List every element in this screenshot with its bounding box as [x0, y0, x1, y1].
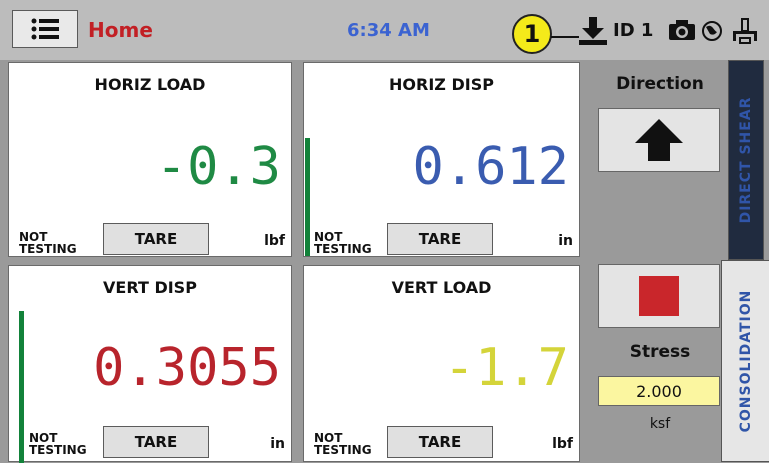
- tab-label: CONSOLIDATION: [737, 289, 754, 433]
- horiz-disp-panel: HORIZ DISP 0.612 NOT TESTING TARE in: [303, 62, 580, 257]
- horiz-load-panel: HORIZ LOAD -0.3 NOT TESTING TARE lbf: [8, 62, 292, 257]
- status-line-2: TESTING: [314, 242, 372, 256]
- stop-button[interactable]: [598, 264, 720, 328]
- panel-title: HORIZ LOAD: [94, 75, 206, 94]
- unit-label: lbf: [552, 436, 573, 452]
- callout-badge: 1: [512, 14, 552, 54]
- active-indicator-bar: [305, 138, 310, 256]
- tab-direct-shear[interactable]: DIRECT SHEAR: [728, 60, 764, 260]
- unit-label: in: [270, 436, 285, 452]
- vert-load-panel: VERT LOAD -1.7 NOT TESTING TARE lbf: [303, 265, 580, 462]
- active-indicator-bar: [19, 311, 24, 463]
- stress-unit: ksf: [649, 416, 671, 432]
- panel-value: 0.3055: [93, 338, 281, 398]
- direction-button[interactable]: [598, 108, 720, 172]
- tare-button[interactable]: TARE: [387, 223, 493, 255]
- up-arrow-icon: [635, 119, 683, 161]
- stress-label: Stress: [629, 342, 691, 362]
- device-id: ID 1: [613, 20, 654, 41]
- usb-icon[interactable]: [730, 18, 760, 44]
- consolidation-section: Stress ksf: [592, 260, 728, 462]
- panel-value: -1.7: [443, 338, 569, 398]
- callout-leader-line: [551, 36, 579, 38]
- vert-disp-panel: VERT DISP 0.3055 NOT TESTING TARE in: [8, 265, 292, 463]
- status-text: NOT TESTING: [19, 231, 77, 255]
- panel-title: VERT DISP: [103, 278, 197, 297]
- tare-button[interactable]: TARE: [387, 426, 493, 458]
- panel-title: VERT LOAD: [391, 278, 492, 297]
- stop-icon: [639, 276, 679, 316]
- menu-icon: [31, 18, 59, 40]
- status-line-2: TESTING: [314, 443, 372, 457]
- tare-button[interactable]: TARE: [103, 223, 209, 255]
- unit-label: lbf: [264, 233, 285, 249]
- status-text: NOT TESTING: [314, 432, 372, 456]
- panel-title: HORIZ DISP: [389, 75, 494, 94]
- camera-icon[interactable]: [668, 19, 696, 41]
- mode-sidebar: Direction DIRECT SHEAR Stress ksf CONSOL…: [592, 60, 769, 462]
- top-bar: Home 6:34 AM 1 ID 1: [0, 0, 769, 60]
- stress-input[interactable]: [598, 376, 720, 406]
- direction-section: Direction: [592, 60, 728, 260]
- status-text: NOT TESTING: [314, 231, 372, 255]
- panel-value: -0.3: [155, 137, 281, 197]
- status-text: NOT TESTING: [29, 432, 87, 456]
- status-line-2: TESTING: [19, 242, 77, 256]
- status-line-2: TESTING: [29, 443, 87, 457]
- download-icon[interactable]: [577, 16, 609, 46]
- clock: 6:34 AM: [347, 20, 430, 41]
- globe-icon[interactable]: [701, 20, 723, 42]
- panel-value: 0.612: [412, 137, 569, 197]
- unit-label: in: [558, 233, 573, 249]
- page-title: Home: [88, 18, 153, 42]
- tab-consolidation[interactable]: CONSOLIDATION: [721, 260, 769, 462]
- direction-label: Direction: [616, 74, 704, 94]
- tare-button[interactable]: TARE: [103, 426, 209, 458]
- menu-button[interactable]: [12, 10, 78, 48]
- tab-label: DIRECT SHEAR: [738, 96, 754, 224]
